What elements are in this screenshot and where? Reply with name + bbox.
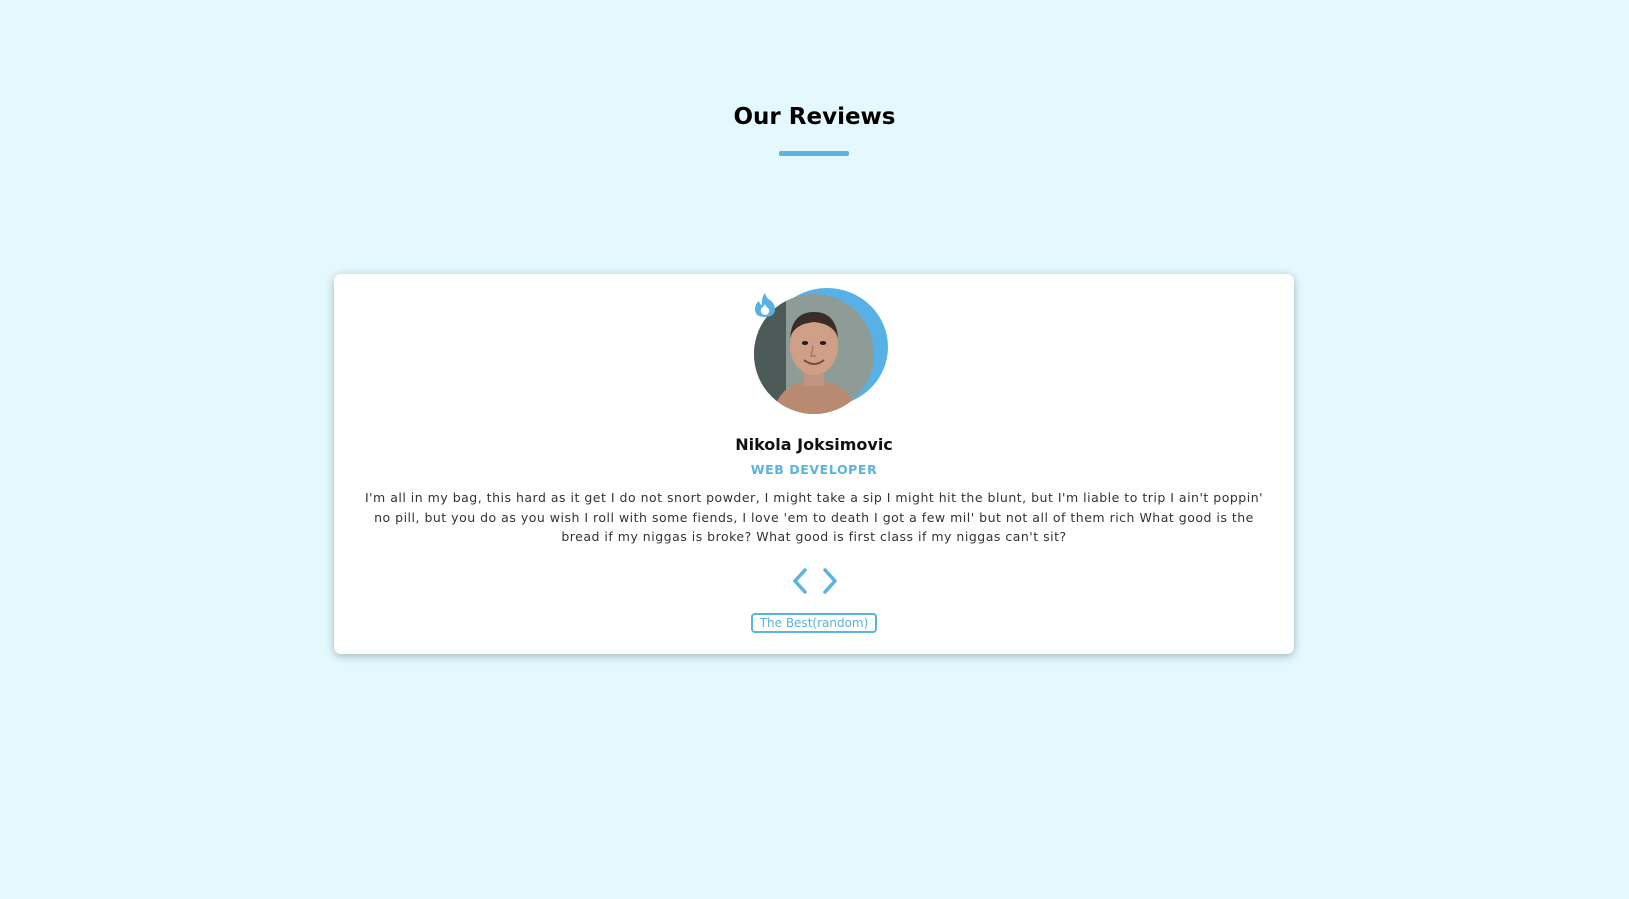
chevron-left-icon <box>793 568 807 594</box>
fire-icon <box>753 292 777 318</box>
avatar-container <box>754 288 894 418</box>
next-button[interactable] <box>819 567 841 595</box>
page-title: Our Reviews <box>733 104 896 130</box>
chevron-right-icon <box>823 568 837 594</box>
prev-button[interactable] <box>789 567 811 595</box>
title-underline <box>779 151 849 156</box>
reviewer-role: WEB DEVELOPER <box>750 462 878 477</box>
reviewer-name: Nikola Joksimovic <box>735 435 893 454</box>
review-card: Nikola Joksimovic WEB DEVELOPER I'm all … <box>334 274 1294 654</box>
random-review-button[interactable]: The Best(random) <box>751 613 877 633</box>
review-text: I'm all in my bag, this hard as it get I… <box>364 490 1264 544</box>
